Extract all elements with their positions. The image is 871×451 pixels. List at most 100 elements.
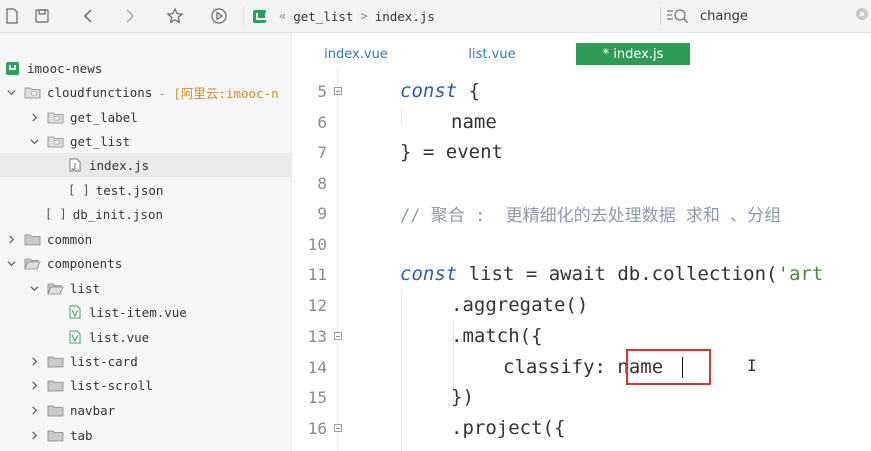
chevron-down-icon[interactable]: [6, 258, 16, 268]
tree-item-label: test.json: [95, 182, 164, 198]
code-token: }): [451, 386, 474, 409]
tree-item-test-json[interactable]: [ ] test.json: [0, 178, 292, 202]
breadcrumb-folder[interactable]: get_list: [293, 9, 353, 24]
code-line: 9 // 聚合 : 更精细化的去处理数据 求和 、分组: [293, 198, 871, 229]
code-comment: // 聚合 : 更精细化的去处理数据 求和 、分组: [400, 205, 782, 226]
tab-index-vue[interactable]: index.vue: [321, 43, 391, 65]
folder-icon: [24, 233, 41, 246]
chevron-right-icon[interactable]: [29, 430, 39, 440]
chevron-right-icon[interactable]: [29, 380, 39, 390]
tree-item-get-list[interactable]: get_list: [0, 129, 292, 153]
tree-item-index-js[interactable]: index.js: [0, 153, 292, 177]
chevron-down-icon[interactable]: [29, 283, 39, 293]
tree-item-cloudfunctions[interactable]: cloudfunctions - [阿里云:imooc-n: [0, 80, 292, 104]
line-number: 7: [317, 142, 327, 162]
code-line: 13 .match({: [293, 321, 871, 352]
folder-icon: [47, 404, 64, 417]
code-token: {: [457, 80, 481, 103]
save-icon[interactable]: [32, 6, 52, 26]
tree-item-navbar[interactable]: navbar: [0, 398, 292, 422]
line-number: 8: [317, 173, 327, 193]
line-number: 10: [307, 234, 327, 254]
tab-list-vue[interactable]: list.vue: [461, 43, 523, 65]
code-string: 'art: [777, 263, 824, 286]
fold-icon[interactable]: [334, 332, 342, 340]
search-input[interactable]: [700, 5, 850, 27]
code-editor[interactable]: index.vue list.vue * index.js 5 const { …: [293, 33, 871, 451]
cloud-folder-icon: [47, 135, 64, 148]
code-token: const: [400, 263, 458, 286]
tree-item-components[interactable]: components: [0, 251, 292, 275]
code-token: .aggregate(): [451, 294, 589, 317]
tree-item-label: list-scroll: [70, 377, 153, 393]
tree-item-db-init-json[interactable]: [ ] db_init.json: [0, 202, 292, 226]
tab-index-js[interactable]: * index.js: [576, 43, 690, 65]
chevron-down-icon[interactable]: [6, 87, 16, 97]
breadcrumb-separator: «: [279, 9, 287, 23]
code-token: name: [451, 111, 497, 134]
tree-item-get-label[interactable]: get_label: [0, 105, 292, 129]
js-file-icon: [69, 158, 81, 172]
star-icon[interactable]: [165, 6, 185, 26]
code-line: 15 }): [293, 382, 871, 413]
chevron-down-icon[interactable]: [29, 136, 39, 146]
code-line: 6 name: [293, 107, 871, 138]
tree-item-list-scroll[interactable]: list-scroll: [0, 373, 292, 397]
tree-item-label: list-item.vue: [89, 304, 187, 320]
code-token: .match({: [451, 325, 543, 348]
tree-item-label: list-card: [70, 353, 138, 369]
cloud-env-annotation: - [阿里云:imooc-n: [158, 85, 279, 101]
line-number: 9: [317, 203, 327, 223]
tree-item-label: get_label: [70, 109, 138, 125]
code-token: } = event: [400, 141, 503, 164]
code-token: classify:: [503, 356, 618, 379]
breadcrumb-file[interactable]: index.js: [375, 9, 435, 24]
text-cursor: [682, 357, 683, 378]
code-line: 12 .aggregate(): [293, 290, 871, 321]
back-icon[interactable]: [78, 6, 98, 26]
fold-icon[interactable]: [334, 424, 342, 432]
search-divider: [660, 7, 661, 25]
clear-search-icon[interactable]: [856, 8, 868, 20]
line-number: 13: [307, 326, 327, 346]
line-number: 16: [307, 418, 327, 438]
code-line: 14 classify: name: [293, 352, 871, 383]
file-icon[interactable]: [2, 6, 22, 26]
tree-item-common[interactable]: common: [0, 227, 292, 251]
code-line: 5 const {: [293, 76, 871, 107]
run-icon[interactable]: [209, 6, 229, 26]
code-line: 16 .project({: [293, 413, 871, 444]
json-file-icon: [ ]: [68, 183, 90, 197]
tree-item-project-root[interactable]: imooc-news: [0, 56, 292, 80]
json-file-icon: [ ]: [45, 207, 67, 221]
tree-item-list-item-vue[interactable]: list-item.vue: [0, 300, 292, 324]
vue-file-icon: [69, 330, 81, 344]
code-token: const: [400, 80, 458, 103]
top-toolbar: « get_list > index.js: [0, 0, 871, 33]
project-explorer: imooc-news cloudfunctions - [阿里云:imooc-n…: [0, 33, 292, 451]
line-number: 14: [307, 357, 327, 377]
forward-icon[interactable]: [120, 6, 140, 26]
folder-icon: [47, 429, 64, 442]
breadcrumb-separator: >: [360, 9, 368, 23]
chevron-right-icon[interactable]: [6, 234, 16, 244]
code-line: 7 } = event: [293, 137, 871, 168]
chevron-right-icon[interactable]: [29, 405, 39, 415]
line-number: 11: [307, 264, 327, 284]
code-line: 10: [293, 229, 871, 260]
tree-item-list[interactable]: list: [0, 276, 292, 300]
tree-item-label: list.vue: [89, 329, 150, 345]
tree-item-label: tab: [70, 427, 93, 443]
tree-item-list-vue[interactable]: list.vue: [0, 325, 292, 349]
tree-item-list-card[interactable]: list-card: [0, 349, 292, 373]
fold-icon[interactable]: [334, 87, 342, 95]
search-icon[interactable]: [666, 7, 690, 29]
chevron-right-icon[interactable]: [29, 112, 39, 122]
tree-item-tab[interactable]: tab: [0, 423, 292, 447]
folder-open-icon: [47, 282, 64, 295]
breadcrumb: « get_list > index.js: [253, 6, 435, 26]
line-number: 15: [307, 387, 327, 407]
cloud-folder-icon: [47, 111, 64, 124]
line-number: 6: [317, 112, 327, 132]
chevron-right-icon[interactable]: [29, 356, 39, 366]
